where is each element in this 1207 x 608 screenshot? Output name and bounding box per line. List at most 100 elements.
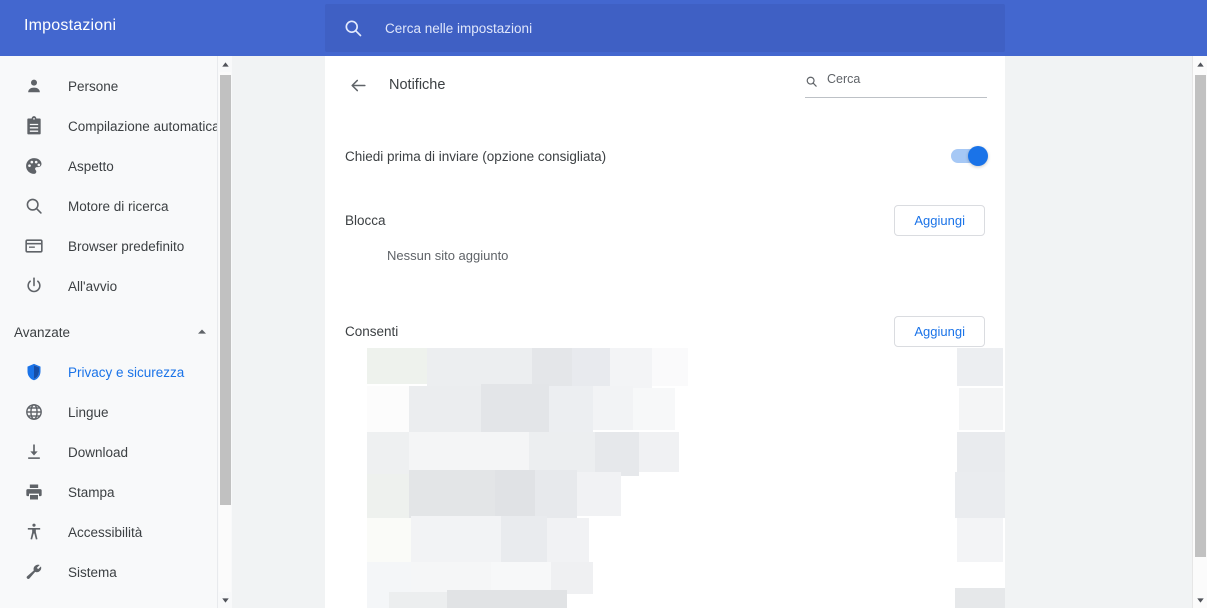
block-add-button[interactable]: Aggiungi — [894, 204, 985, 236]
window-scroll-down-button[interactable] — [1193, 592, 1207, 608]
sidebar-item-browser-predefinito[interactable]: Browser predefinito — [0, 226, 232, 266]
blur-block — [409, 386, 481, 434]
blur-block — [409, 432, 529, 474]
window-scroll-up-button[interactable] — [1193, 56, 1207, 72]
sidebar-scrollbar[interactable] — [217, 56, 232, 608]
sidebar-item-motore-di-ricerca[interactable]: Motore di ricerca — [0, 186, 232, 226]
blur-block — [481, 384, 549, 432]
blur-block — [549, 386, 593, 432]
blur-block — [957, 432, 1005, 476]
download-icon — [24, 442, 44, 462]
settings-search-placeholder: Cerca nelle impostazioni — [385, 20, 533, 36]
sidebar-item-compilazione-automatica[interactable]: Compilazione automatica — [0, 106, 232, 146]
blur-block — [957, 348, 1003, 386]
search-icon — [24, 196, 44, 216]
blur-block — [495, 470, 535, 518]
sidebar-item-label: Aspetto — [68, 158, 114, 174]
toggle-knob — [968, 146, 988, 166]
blur-block — [652, 348, 688, 386]
sidebar-scrollbar-thumb[interactable] — [220, 75, 231, 505]
sidebar-item-label: All'avvio — [68, 278, 118, 294]
globe-icon — [24, 402, 44, 422]
blur-block — [501, 516, 547, 564]
sidebar-item-label: Download — [68, 444, 129, 460]
accessibility-icon — [24, 522, 44, 542]
blur-block — [411, 562, 491, 592]
blur-block — [955, 588, 1005, 608]
blur-block — [409, 470, 495, 518]
sidebar-item-stampa[interactable]: Stampa — [0, 472, 232, 512]
blur-block — [959, 388, 1003, 430]
blur-block — [639, 432, 679, 472]
sidebar-section-avanzate[interactable]: Avanzate — [0, 312, 232, 352]
sidebar-item-label: Browser predefinito — [68, 238, 185, 254]
block-empty-message: Nessun sito aggiunto — [387, 248, 509, 263]
blur-block — [577, 472, 621, 516]
settings-content-card: Notifiche Cerca Chiedi prima di inviare … — [325, 56, 1005, 608]
sidebar-scroll-up-button[interactable] — [218, 56, 233, 72]
page-body: Persone Compilazione automatica Aspetto … — [0, 56, 1207, 608]
top-bar: Impostazioni Cerca nelle impostazioni — [0, 0, 1207, 56]
blur-block — [427, 348, 532, 388]
blur-block — [593, 386, 633, 430]
sidebar-item-lingue[interactable]: Lingue — [0, 392, 232, 432]
wrench-icon — [24, 562, 44, 582]
allow-add-button[interactable]: Aggiungi — [894, 315, 985, 347]
sidebar-item-privacy-e-sicurezza[interactable]: Privacy e sicurezza — [0, 352, 232, 392]
blur-block — [367, 432, 409, 474]
arrow-left-icon — [349, 76, 368, 95]
sidebar-item-label: Persone — [68, 78, 119, 94]
sidebar-item-aspetto[interactable]: Aspetto — [0, 146, 232, 186]
blur-block — [955, 472, 1005, 518]
sidebar-item-persone[interactable]: Persone — [0, 66, 232, 106]
ask-before-sending-label: Chiedi prima di inviare (opzione consigl… — [345, 148, 607, 164]
content-search-field[interactable]: Cerca — [805, 72, 987, 98]
right-gutter — [1005, 56, 1192, 608]
sidebar-item-label: Compilazione automatica — [68, 118, 220, 134]
ask-before-sending-toggle[interactable] — [951, 146, 988, 166]
sidebar-item-accessibilita[interactable]: Accessibilità — [0, 512, 232, 552]
blur-block — [535, 470, 577, 518]
sidebar-item-label: Lingue — [68, 404, 109, 420]
sidebar-item-label: Motore di ricerca — [68, 198, 169, 214]
blur-block — [447, 590, 567, 608]
sidebar-item-label: Accessibilità — [68, 524, 143, 540]
blur-block — [367, 386, 409, 432]
allow-site-list-blurred — [367, 348, 1005, 608]
window-scrollbar-thumb[interactable] — [1195, 75, 1206, 557]
search-icon — [805, 72, 818, 88]
sidebar: Persone Compilazione automatica Aspetto … — [0, 56, 232, 608]
person-icon — [24, 76, 44, 96]
sidebar-item-label: Stampa — [68, 484, 115, 500]
blur-block — [547, 518, 589, 564]
sidebar-item-sistema[interactable]: Sistema — [0, 552, 232, 592]
window-scrollbar[interactable] — [1192, 56, 1207, 608]
search-icon — [343, 18, 363, 38]
power-icon — [24, 276, 44, 296]
blur-block — [595, 432, 639, 476]
blur-block — [572, 348, 610, 390]
block-section-title: Blocca — [345, 212, 386, 228]
page-title: Notifiche — [389, 77, 446, 93]
settings-search-box[interactable]: Cerca nelle impostazioni — [325, 4, 1005, 52]
shield-icon — [24, 362, 44, 382]
blur-block — [411, 516, 501, 564]
palette-icon — [24, 156, 44, 176]
blur-block — [389, 592, 447, 608]
sidebar-scroll-down-button[interactable] — [218, 592, 233, 608]
sidebar-item-allavvio[interactable]: All'avvio — [0, 266, 232, 306]
allow-section-title: Consenti — [345, 323, 399, 339]
browser-window-icon — [24, 236, 44, 256]
back-button[interactable] — [345, 72, 371, 98]
content-search-placeholder: Cerca — [827, 72, 861, 86]
sidebar-item-download[interactable]: Download — [0, 432, 232, 472]
blur-block — [367, 518, 411, 562]
blur-block — [633, 388, 675, 430]
printer-icon — [24, 482, 44, 502]
content-header: Notifiche Cerca — [325, 56, 1005, 114]
sidebar-item-label: Privacy e sicurezza — [68, 364, 185, 380]
blur-block — [491, 562, 551, 590]
clipboard-icon — [24, 116, 44, 136]
sidebar-item-label: Sistema — [68, 564, 117, 580]
ask-before-sending-row[interactable]: Chiedi prima di inviare (opzione consigl… — [325, 128, 1005, 184]
